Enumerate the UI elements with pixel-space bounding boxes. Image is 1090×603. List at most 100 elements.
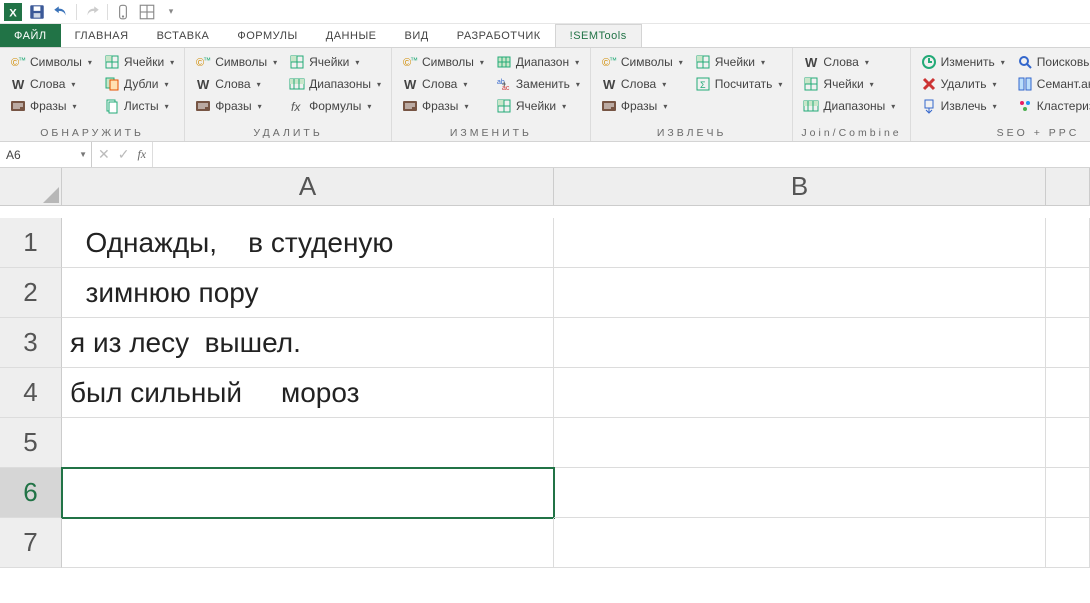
- cell-A1[interactable]: Однажды, в студеную: [62, 218, 554, 268]
- cmd-формулы[interactable]: fxФормулы▾: [287, 96, 383, 116]
- formula-input[interactable]: [153, 142, 1090, 167]
- dropdown-caret-icon: ▾: [462, 102, 468, 111]
- cmd-ячейки[interactable]: Ячейки▾: [801, 74, 897, 94]
- cmd-поисковые-подсказ[interactable]: Поисковые подсказ▾: [1015, 52, 1090, 72]
- cmd-листы[interactable]: Листы▾: [102, 96, 176, 116]
- cmd-ячейки[interactable]: Ячейки▾: [494, 96, 582, 116]
- name-box[interactable]: A6 ▼: [0, 142, 92, 167]
- cell-A5[interactable]: [62, 418, 554, 468]
- cmd-фразы[interactable]: Фразы▾: [193, 96, 279, 116]
- cmd-фразы[interactable]: Фразы▾: [400, 96, 486, 116]
- cmd-слова[interactable]: WСлова▾: [801, 52, 897, 72]
- w-icon: W: [803, 54, 819, 70]
- cell-B3[interactable]: [554, 318, 1046, 368]
- redo-icon[interactable]: [83, 3, 101, 21]
- tab-insert[interactable]: ВСТАВКА: [143, 24, 224, 47]
- cmd-label: Кластеризация: [1037, 99, 1090, 113]
- cmd-ячейки[interactable]: Ячейки▾: [287, 52, 383, 72]
- cmd-дубли[interactable]: Дубли▾: [102, 74, 176, 94]
- cmd-символы[interactable]: ©™Символы▾: [599, 52, 685, 72]
- cmd-извлечь[interactable]: Извлечь▾: [919, 96, 1007, 116]
- cmd-посчитать[interactable]: ΣПосчитать▾: [693, 74, 785, 94]
- cell-B7[interactable]: [554, 518, 1046, 568]
- cell-extra-5[interactable]: [1046, 418, 1090, 468]
- cell-A3[interactable]: я из лесу вышел.: [62, 318, 554, 368]
- cmd-слова[interactable]: WСлова▾: [8, 74, 94, 94]
- cell-B5[interactable]: [554, 418, 1046, 468]
- cmd-семант.анализ[interactable]: Семант.анализ▾: [1015, 74, 1090, 94]
- cmd-ячейки[interactable]: Ячейки▾: [102, 52, 176, 72]
- borders-icon[interactable]: [138, 3, 156, 21]
- formula-bar: A6 ▼ ✕ ✓ fx: [0, 142, 1090, 168]
- cell-B2[interactable]: [554, 268, 1046, 318]
- cmd-label: Символы: [422, 55, 474, 69]
- tab-semtools[interactable]: !SEMTools: [555, 24, 642, 47]
- w-icon: W: [10, 76, 26, 92]
- tab-file[interactable]: ФАЙЛ: [0, 24, 61, 47]
- cmd-кластеризация[interactable]: Кластеризация▾: [1015, 96, 1090, 116]
- save-icon[interactable]: [28, 3, 46, 21]
- row-header-3[interactable]: 3: [0, 318, 62, 368]
- tab-formulas[interactable]: ФОРМУЛЫ: [223, 24, 311, 47]
- cells-icon: [289, 54, 305, 70]
- column-header-B[interactable]: B: [554, 168, 1046, 206]
- cell-extra-2[interactable]: [1046, 268, 1090, 318]
- tab-data[interactable]: ДАННЫЕ: [312, 24, 391, 47]
- name-box-value: A6: [6, 148, 21, 162]
- fx-icon[interactable]: fx: [137, 147, 146, 162]
- cmd-символы[interactable]: ©™Символы▾: [400, 52, 486, 72]
- column-header-extra[interactable]: [1046, 168, 1090, 206]
- cell-extra-6[interactable]: [1046, 468, 1090, 518]
- cmd-слова[interactable]: WСлова▾: [599, 74, 685, 94]
- touch-mode-icon[interactable]: [114, 3, 132, 21]
- dropdown-caret-icon: ▾: [163, 80, 169, 89]
- svg-text:Σ: Σ: [700, 80, 706, 90]
- cell-A2[interactable]: зимнюю пору: [62, 268, 554, 318]
- dropdown-caret-icon: ▾: [999, 58, 1005, 67]
- cell-extra-4[interactable]: [1046, 368, 1090, 418]
- cancel-icon[interactable]: ✕: [98, 146, 110, 163]
- qat-customize-icon[interactable]: ▾: [162, 3, 180, 21]
- cell-B6[interactable]: [554, 468, 1046, 518]
- cmd-диапазоны[interactable]: Диапазоны▾: [287, 74, 383, 94]
- tab-view[interactable]: ВИД: [391, 24, 443, 47]
- cmd-слова[interactable]: WСлова▾: [400, 74, 486, 94]
- cell-B4[interactable]: [554, 368, 1046, 418]
- undo-icon[interactable]: [52, 3, 70, 21]
- column-header-A[interactable]: A: [62, 168, 554, 206]
- cmd-удалить[interactable]: Удалить▾: [919, 74, 1007, 94]
- cell-extra-7[interactable]: [1046, 518, 1090, 568]
- cmd-изменить[interactable]: Изменить▾: [919, 52, 1007, 72]
- cmd-диапазон[interactable]: Диапазон▾: [494, 52, 582, 72]
- symbols-icon: ©™: [10, 54, 26, 70]
- cell-A7[interactable]: [62, 518, 554, 568]
- excel-icon[interactable]: X: [4, 3, 22, 21]
- cell-extra-1[interactable]: [1046, 218, 1090, 268]
- cell-B1[interactable]: [554, 218, 1046, 268]
- cell-A4[interactable]: был сильный мороз: [62, 368, 554, 418]
- row-header-4[interactable]: 4: [0, 368, 62, 418]
- name-box-dropdown-icon[interactable]: ▼: [79, 150, 87, 159]
- ribbon-group-join-combine: WСлова▾Ячейки▾Диапазоны▾Join/Combine: [793, 48, 910, 141]
- row-header-5[interactable]: 5: [0, 418, 62, 468]
- cell-extra-3[interactable]: [1046, 318, 1090, 368]
- cmd-символы[interactable]: ©™Символы▾: [8, 52, 94, 72]
- cell-value: я из лесу вышел.: [70, 327, 301, 359]
- enter-icon[interactable]: ✓: [118, 146, 130, 163]
- row-header-6[interactable]: 6: [0, 468, 62, 518]
- cmd-слова[interactable]: WСлова▾: [193, 74, 279, 94]
- cell-A6[interactable]: [62, 468, 554, 518]
- row-header-1[interactable]: 1: [0, 218, 62, 268]
- row-header-2[interactable]: 2: [0, 268, 62, 318]
- cmd-символы[interactable]: ©™Символы▾: [193, 52, 279, 72]
- cmd-ячейки[interactable]: Ячейки▾: [693, 52, 785, 72]
- cmd-фразы[interactable]: Фразы▾: [8, 96, 94, 116]
- cmd-фразы[interactable]: Фразы▾: [599, 96, 685, 116]
- cmd-диапазоны[interactable]: Диапазоны▾: [801, 96, 897, 116]
- svg-text:X: X: [9, 7, 17, 19]
- tab-developer[interactable]: РАЗРАБОТЧИК: [443, 24, 555, 47]
- row-header-7[interactable]: 7: [0, 518, 62, 568]
- cmd-заменить[interactable]: abacЗаменить▾: [494, 74, 582, 94]
- select-all-corner[interactable]: [0, 168, 62, 206]
- tab-home[interactable]: ГЛАВНАЯ: [61, 24, 143, 47]
